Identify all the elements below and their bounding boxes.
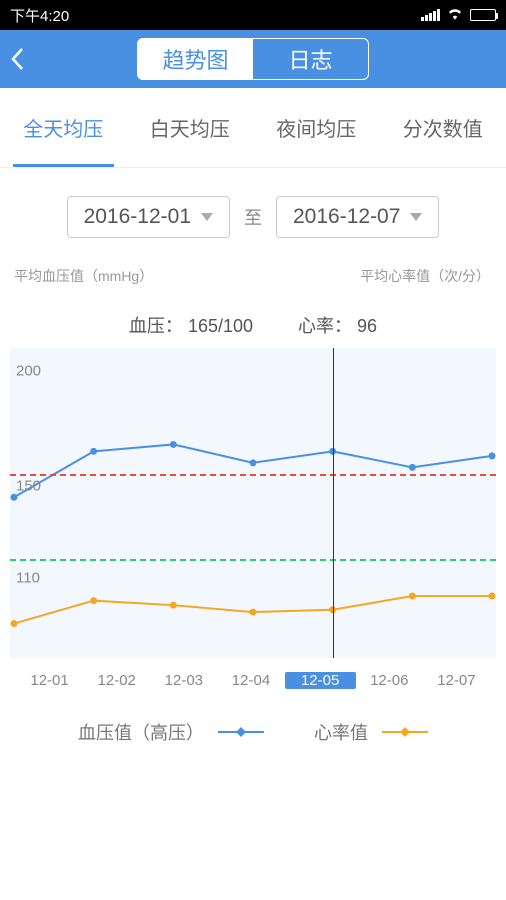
sub-tabs: 全天均压 白天均压 夜间均压 分次数值 — [0, 88, 506, 168]
axis-title-row: 平均血压值（mmHg） 平均心率值（次/分） — [0, 266, 506, 306]
status-bar: 下午4:20 — [0, 0, 506, 30]
legend-hr-label: 心率值 — [314, 719, 368, 745]
hr-label: 心率： — [298, 316, 352, 336]
left-axis-title: 平均血压值（mmHg） — [14, 266, 153, 286]
legend-item-bp: 血压值（高压） — [78, 719, 264, 745]
y-tick: 150 — [16, 477, 41, 494]
tab-log[interactable]: 日志 — [253, 39, 368, 79]
reference-line — [10, 559, 496, 561]
tab-trend[interactable]: 趋势图 — [138, 39, 253, 79]
y-tick: 200 — [16, 362, 41, 379]
chevron-down-icon — [410, 213, 422, 221]
date-to-picker[interactable]: 2016-12-07 — [276, 196, 439, 238]
wifi-icon — [446, 6, 464, 24]
x-tick[interactable]: 12-02 — [83, 672, 150, 689]
date-range-row: 2016-12-01 至 2016-12-07 — [0, 168, 506, 266]
x-tick[interactable]: 12-05 — [285, 672, 356, 689]
signal-icon — [421, 9, 440, 21]
back-button[interactable] — [10, 47, 50, 71]
y-tick: 110 — [16, 569, 40, 586]
date-from-picker[interactable]: 2016-12-01 — [67, 196, 230, 238]
x-tick[interactable]: 12-07 — [423, 672, 490, 689]
sub-tab-all-day[interactable]: 全天均压 — [0, 88, 127, 167]
x-tick[interactable]: 12-01 — [16, 672, 83, 689]
status-icons — [421, 6, 496, 24]
sub-tab-per-reading[interactable]: 分次数值 — [380, 88, 506, 167]
top-nav: 趋势图 日志 — [0, 30, 506, 88]
chart-legend: 血压值（高压） 心率值 — [0, 689, 506, 775]
chevron-down-icon — [201, 213, 213, 221]
legend-item-hr: 心率值 — [314, 719, 428, 745]
chart-plot — [10, 348, 496, 658]
hr-value: 96 — [357, 316, 377, 336]
battery-icon — [470, 9, 496, 21]
chart-area[interactable]: 200 150 110 — [10, 348, 496, 658]
x-tick[interactable]: 12-06 — [356, 672, 423, 689]
legend-hr-marker-icon — [382, 731, 428, 733]
status-time: 下午4:20 — [10, 5, 69, 26]
sub-tab-daytime[interactable]: 白天均压 — [127, 88, 254, 167]
legend-bp-label: 血压值（高压） — [78, 719, 204, 745]
view-mode-segment: 趋势图 日志 — [137, 38, 369, 80]
bp-value: 165/100 — [188, 316, 253, 336]
right-axis-title: 平均心率值（次/分） — [360, 266, 490, 286]
selected-marker-line — [333, 348, 334, 658]
date-range-to-label: 至 — [244, 204, 262, 230]
sub-tab-night[interactable]: 夜间均压 — [253, 88, 380, 167]
x-axis-ticks: 12-0112-0212-0312-0412-0512-0612-07 — [10, 658, 496, 689]
date-from-value: 2016-12-01 — [84, 205, 191, 229]
x-tick[interactable]: 12-04 — [217, 672, 284, 689]
selected-readout: 血压： 165/100 心率： 96 — [0, 306, 506, 348]
bp-label: 血压： — [129, 316, 183, 336]
legend-bp-marker-icon — [218, 731, 264, 733]
x-tick[interactable]: 12-03 — [150, 672, 217, 689]
reference-line — [10, 474, 496, 476]
date-to-value: 2016-12-07 — [293, 205, 400, 229]
